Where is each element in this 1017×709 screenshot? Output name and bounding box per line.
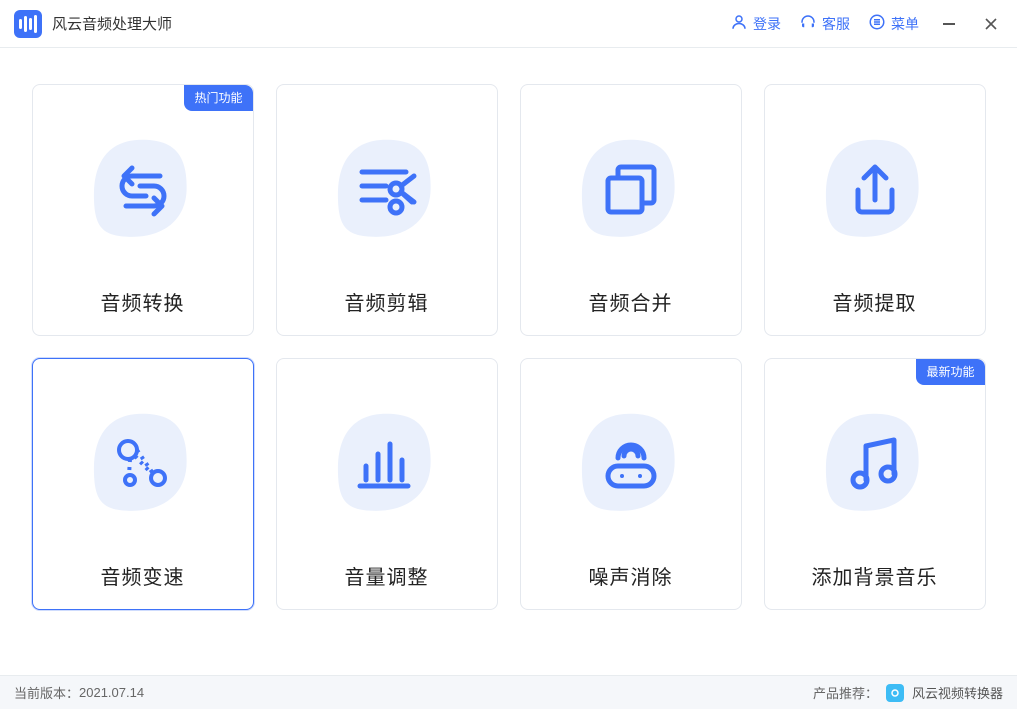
feature-card-music[interactable]: 最新功能添加背景音乐 — [764, 358, 986, 610]
card-label: 噪声消除 — [589, 561, 673, 590]
login-label: 登录 — [753, 14, 781, 34]
card-label: 音频转换 — [101, 287, 185, 316]
login-button[interactable]: 登录 — [730, 13, 781, 34]
support-label: 客服 — [822, 14, 850, 34]
menu-icon — [868, 13, 886, 34]
feature-card-noise[interactable]: 噪声消除 — [520, 358, 742, 610]
card-icon-wrap — [815, 405, 935, 525]
titlebar: 风云音频处理大师 登录 客服 — [0, 0, 1017, 48]
volume-icon — [352, 430, 422, 500]
cut-icon — [352, 156, 422, 226]
main-area: 热门功能音频转换音频剪辑音频合并音频提取音频变速音量调整噪声消除最新功能添加背景… — [0, 48, 1017, 675]
card-icon-wrap — [83, 131, 203, 251]
card-label: 音量调整 — [345, 561, 429, 590]
version-value: 2021.07.14 — [79, 685, 144, 700]
menu-label: 菜单 — [891, 14, 919, 34]
card-label: 音频提取 — [833, 287, 917, 316]
promo-logo-icon — [886, 684, 904, 702]
version-label: 当前版本： — [14, 683, 79, 702]
menu-button[interactable]: 菜单 — [868, 13, 919, 34]
card-label: 添加背景音乐 — [812, 561, 938, 590]
card-badge: 热门功能 — [184, 85, 252, 111]
feature-card-speed[interactable]: 音频变速 — [32, 358, 254, 610]
card-label: 音频合并 — [589, 287, 673, 316]
promo-label: 产品推荐： — [813, 683, 878, 702]
card-icon-wrap — [327, 405, 447, 525]
feature-card-extract[interactable]: 音频提取 — [764, 84, 986, 336]
user-icon — [730, 13, 748, 34]
promo-link[interactable]: 风云视频转换器 — [912, 683, 1003, 702]
music-icon — [840, 430, 910, 500]
card-icon-wrap — [815, 131, 935, 251]
noise-icon — [596, 430, 666, 500]
card-icon-wrap — [571, 131, 691, 251]
merge-icon — [596, 156, 666, 226]
feature-card-cut[interactable]: 音频剪辑 — [276, 84, 498, 336]
feature-card-volume[interactable]: 音量调整 — [276, 358, 498, 610]
card-label: 音频变速 — [101, 561, 185, 590]
card-icon-wrap — [327, 131, 447, 251]
speed-icon — [108, 430, 178, 500]
titlebar-actions: 登录 客服 菜单 — [730, 12, 1003, 36]
feature-grid: 热门功能音频转换音频剪辑音频合并音频提取音频变速音量调整噪声消除最新功能添加背景… — [32, 84, 986, 610]
app-logo-icon — [14, 10, 42, 38]
close-button[interactable] — [979, 12, 1003, 36]
statusbar: 当前版本： 2021.07.14 产品推荐： 风云视频转换器 — [0, 675, 1017, 709]
feature-card-convert[interactable]: 热门功能音频转换 — [32, 84, 254, 336]
extract-icon — [840, 156, 910, 226]
card-icon-wrap — [83, 405, 203, 525]
card-badge: 最新功能 — [916, 359, 984, 385]
convert-icon — [108, 156, 178, 226]
card-icon-wrap — [571, 405, 691, 525]
card-label: 音频剪辑 — [345, 287, 429, 316]
app-title: 风云音频处理大师 — [52, 13, 172, 34]
headset-icon — [799, 13, 817, 34]
feature-card-merge[interactable]: 音频合并 — [520, 84, 742, 336]
support-button[interactable]: 客服 — [799, 13, 850, 34]
minimize-button[interactable] — [937, 12, 961, 36]
